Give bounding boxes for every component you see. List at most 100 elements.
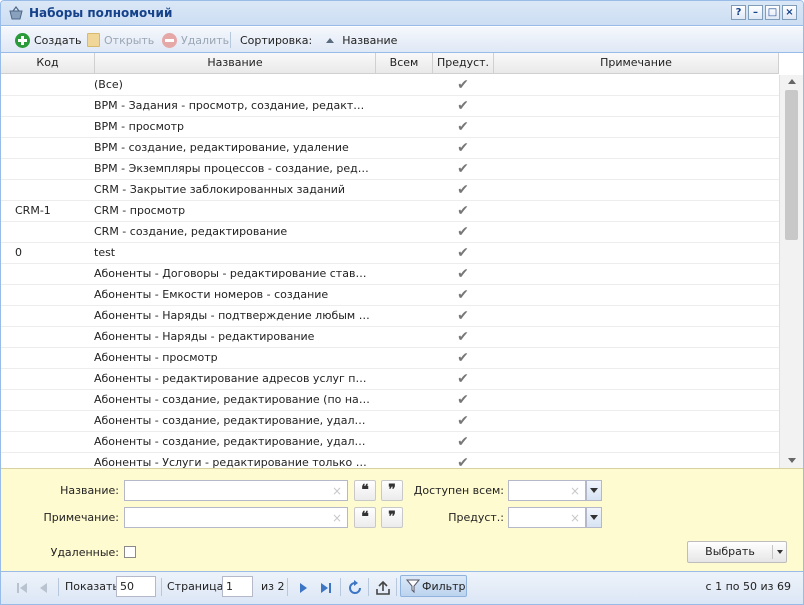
cell-predefined-check-icon: ✔ — [457, 161, 469, 177]
deleted-label: Удаленные: — [50, 546, 119, 559]
table-row[interactable]: Абоненты - Наряды - редактирование ✔ — [1, 327, 779, 348]
refresh-icon[interactable] — [347, 580, 363, 596]
cell-name: test — [94, 246, 116, 259]
open-button[interactable]: Открыть — [87, 31, 154, 49]
column-header-note[interactable]: Примечание — [494, 53, 779, 74]
cell-name: Абоненты - просмотр — [94, 351, 218, 364]
cell-name: Абоненты - создание, редактирование (по … — [94, 393, 370, 406]
column-header-code[interactable]: Код — [1, 53, 95, 74]
window-tools: ? – □ × — [731, 5, 797, 20]
help-button[interactable]: ? — [731, 5, 746, 20]
cell-name: BPM - просмотр — [94, 120, 185, 133]
table-row[interactable]: 0 test ✔ — [1, 243, 779, 264]
cell-predefined-check-icon: ✔ — [457, 329, 469, 345]
cell-name: BPM - Экземпляры процессов - создание, р… — [94, 162, 370, 175]
grid-header: Код Название Всем Предуст. Примечание — [1, 53, 779, 74]
delete-button[interactable]: Удалить — [162, 31, 229, 49]
quote-open-button[interactable]: ❝ — [354, 507, 376, 528]
table-row[interactable]: BPM - Экземпляры процессов - создание, р… — [1, 159, 779, 180]
close-button[interactable]: × — [782, 5, 797, 20]
cell-predefined-check-icon: ✔ — [457, 224, 469, 240]
clear-icon[interactable]: × — [332, 511, 342, 525]
table-row[interactable]: CRM - создание, редактирование ✔ — [1, 222, 779, 243]
cell-predefined-check-icon: ✔ — [457, 182, 469, 198]
cell-name: (Все) — [94, 78, 123, 91]
chevron-down-icon[interactable] — [586, 507, 602, 528]
select-button[interactable]: Выбрать — [687, 541, 787, 563]
open-document-icon — [87, 33, 100, 47]
table-row[interactable]: Абоненты - Наряды - подтверждение любым … — [1, 306, 779, 327]
filter-panel: Название: × ❝ ❞ Примечание: × ❝ ❞ Доступ… — [1, 468, 803, 571]
table-row[interactable]: Абоненты - Емкости номеров - создание ✔ — [1, 285, 779, 306]
deleted-checkbox[interactable] — [124, 546, 136, 558]
pager-separator — [396, 578, 397, 596]
quote-open-button[interactable]: ❝ — [354, 480, 376, 501]
table-row[interactable]: BPM - Задания - просмотр, создание, реда… — [1, 96, 779, 117]
quote-close-button[interactable]: ❞ — [381, 480, 403, 501]
table-row[interactable]: (Все) ✔ — [1, 75, 779, 96]
available-all-select[interactable]: × — [508, 480, 586, 501]
next-page-icon[interactable] — [296, 581, 310, 595]
table-row[interactable]: BPM - просмотр ✔ — [1, 117, 779, 138]
table-row[interactable]: BPM - создание, редактирование, удаление… — [1, 138, 779, 159]
cell-predefined-check-icon: ✔ — [457, 434, 469, 450]
table-row[interactable]: Абоненты - Услуги - редактирование тольк… — [1, 453, 779, 468]
cell-code — [15, 453, 85, 468]
cell-code — [15, 96, 85, 117]
remove-icon — [162, 32, 177, 48]
cell-name: Абоненты - Наряды - редактирование — [94, 330, 315, 343]
minimize-button[interactable]: – — [748, 5, 763, 20]
maximize-button[interactable]: □ — [765, 5, 780, 20]
note-filter-input[interactable]: × — [124, 507, 348, 528]
table-row[interactable]: Абоненты - редактирование адресов услуг … — [1, 369, 779, 390]
table-row[interactable]: Абоненты - создание, редактирование, уда… — [1, 411, 779, 432]
quote-close-button[interactable]: ❞ — [381, 507, 403, 528]
add-icon — [15, 32, 30, 48]
table-row[interactable]: CRM-1 CRM - просмотр ✔ — [1, 201, 779, 222]
page-number-input[interactable]: 1 — [222, 576, 253, 597]
table-row[interactable]: Абоненты - создание, редактирование (по … — [1, 390, 779, 411]
delete-label: Удалить — [181, 33, 230, 47]
records-summary: с 1 по 50 из 69 — [705, 580, 791, 593]
pager-separator — [340, 578, 341, 596]
last-page-icon[interactable] — [319, 581, 333, 595]
chevron-down-icon[interactable] — [586, 480, 602, 501]
first-page-icon[interactable] — [15, 581, 29, 595]
sort-ascending-icon — [326, 37, 335, 43]
pager-separator — [368, 578, 369, 596]
export-icon[interactable] — [375, 580, 391, 596]
cell-name: Абоненты - Услуги - редактирование тольк… — [94, 456, 370, 468]
column-header-predefined[interactable]: Предуст. — [433, 53, 494, 74]
table-row[interactable]: Абоненты - просмотр ✔ — [1, 348, 779, 369]
cell-code — [15, 285, 85, 306]
clear-icon[interactable]: × — [332, 484, 342, 498]
scroll-down-arrow[interactable] — [788, 458, 796, 463]
name-filter-input[interactable]: × — [124, 480, 348, 501]
note-filter-label: Примечание: — [43, 511, 119, 524]
clear-icon[interactable]: × — [570, 511, 580, 525]
table-row[interactable]: Абоненты - создание, редактирование, уда… — [1, 432, 779, 453]
pager-separator — [58, 578, 59, 596]
cell-code — [15, 432, 85, 453]
cell-code — [15, 138, 85, 159]
create-button[interactable]: Создать — [15, 31, 82, 49]
predefined-select[interactable]: × — [508, 507, 586, 528]
chevron-down-icon[interactable] — [777, 550, 783, 554]
grid-scrollbar[interactable] — [779, 75, 803, 468]
scroll-thumb[interactable] — [785, 90, 798, 240]
column-header-name[interactable]: Название — [95, 53, 376, 74]
prev-page-icon[interactable] — [37, 581, 51, 595]
page-size-input[interactable]: 50 — [116, 576, 156, 597]
cell-code — [15, 264, 85, 285]
cell-predefined-check-icon: ✔ — [457, 371, 469, 387]
table-row[interactable]: CRM - Закрытие заблокированных заданий ✔ — [1, 180, 779, 201]
pager-separator — [161, 578, 162, 596]
filter-toggle-button[interactable]: Фильтр — [400, 575, 467, 597]
column-header-all[interactable]: Всем — [376, 53, 433, 74]
scroll-up-arrow[interactable] — [788, 79, 796, 84]
table-row[interactable]: Абоненты - Договоры - редактирование ста… — [1, 264, 779, 285]
sort-control[interactable]: Сортировка: Название — [240, 31, 397, 49]
predefined-filter-label: Предуст.: — [448, 511, 504, 524]
filter-button-label: Фильтр — [422, 580, 466, 593]
clear-icon[interactable]: × — [570, 484, 580, 498]
